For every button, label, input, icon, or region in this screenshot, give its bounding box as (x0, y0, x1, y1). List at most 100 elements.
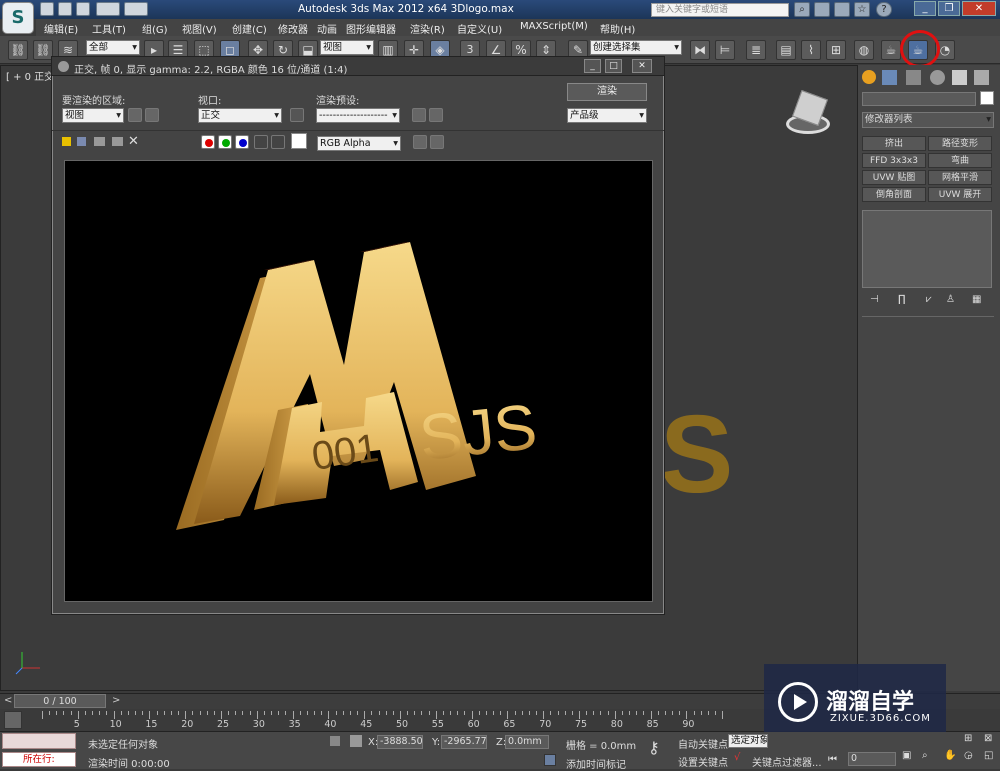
display-tab-icon[interactable] (952, 70, 967, 85)
restore-button[interactable]: ❐ (938, 1, 960, 16)
bevel-profile-button[interactable]: 倒角剖面 (862, 187, 926, 202)
key-icon[interactable]: ⚷ (648, 738, 660, 757)
search-input[interactable]: 键入关键字或短语 (651, 3, 789, 17)
menu-modifiers[interactable]: 修改器 (278, 21, 308, 36)
unlink-icon[interactable]: ⛓ (33, 40, 53, 60)
area-to-render-dropdown[interactable]: 视图 (62, 108, 124, 123)
edit-region-icon[interactable] (128, 108, 142, 122)
binoculars-icon[interactable]: ⌕ (794, 2, 810, 17)
render-setup-small-icon[interactable] (412, 108, 426, 122)
reference-coordinate-dropdown[interactable]: 视图 (320, 40, 374, 55)
auto-region-icon[interactable] (145, 108, 159, 122)
save-image-icon[interactable] (62, 137, 71, 146)
pin-stack-icon[interactable]: ⊣ (870, 294, 879, 305)
key-mode-dropdown[interactable]: 选定对象 (728, 734, 768, 748)
menu-customize[interactable]: 自定义(U) (457, 21, 502, 36)
menu-help[interactable]: 帮助(H) (600, 21, 635, 36)
render-window-minimize[interactable]: _ (584, 59, 601, 73)
copy-image-icon[interactable] (77, 137, 86, 146)
undo-icon[interactable] (96, 2, 120, 16)
toggle-ui-overlay-icon[interactable] (413, 135, 427, 149)
menu-rendering[interactable]: 渲染(R) (410, 21, 445, 36)
slider-next-icon[interactable]: > (112, 695, 122, 707)
running-label[interactable]: 所在行: (2, 752, 76, 767)
time-config-icon[interactable]: ▣ (902, 750, 911, 761)
zoom-icon[interactable]: ⌕ (922, 750, 928, 761)
set-key-icon[interactable]: √ (734, 752, 740, 763)
render-quality-dropdown[interactable]: 产品级 (567, 108, 647, 123)
modify-tab-icon[interactable] (882, 70, 897, 85)
render-window-close[interactable]: ✕ (632, 59, 652, 73)
render-button[interactable]: 渲染 (567, 83, 647, 101)
close-button[interactable]: ✕ (962, 1, 996, 16)
viewport-dropdown[interactable]: 正交 (198, 108, 282, 123)
lock-selection-icon[interactable] (330, 736, 340, 746)
frame-indicator[interactable]: 0 / 100 (14, 694, 106, 708)
motion-tab-icon[interactable] (930, 70, 945, 85)
alpha-channel-toggle[interactable] (254, 135, 268, 149)
selection-filter-dropdown[interactable]: 全部 (86, 40, 140, 55)
minimize-button[interactable]: _ (914, 1, 936, 16)
toggle-ui-icon[interactable] (430, 135, 444, 149)
menu-graph-editors[interactable]: 图形编辑器 (346, 21, 396, 36)
menu-edit[interactable]: 编辑(E) (44, 21, 78, 36)
modifier-stack[interactable] (862, 210, 992, 288)
hierarchy-tab-icon[interactable] (906, 70, 921, 85)
menu-create[interactable]: 创建(C) (232, 21, 267, 36)
extrude-button[interactable]: 挤出 (862, 136, 926, 151)
path-deform-button[interactable]: 路径变形 (928, 136, 992, 151)
named-selection-dropdown[interactable]: 创建选择集 (590, 40, 682, 55)
key-filters-button[interactable]: 关键点过滤器... (752, 754, 822, 769)
environment-icon[interactable] (429, 108, 443, 122)
favorites-icon[interactable]: ☆ (854, 2, 870, 17)
blue-channel-toggle[interactable] (235, 135, 249, 149)
create-tab-icon[interactable] (862, 70, 876, 84)
configure-sets-icon[interactable]: ▦ (972, 294, 981, 305)
meshsmooth-button[interactable]: 网格平滑 (928, 170, 992, 185)
new-file-icon[interactable] (40, 2, 54, 16)
red-channel-toggle[interactable] (201, 135, 215, 149)
go-to-start-icon[interactable]: ⏮ (828, 754, 837, 765)
current-frame-field[interactable]: 0 (848, 752, 896, 766)
help-button[interactable]: ? (876, 2, 892, 17)
object-color-swatch[interactable] (980, 91, 994, 105)
make-unique-icon[interactable]: ⩗ (926, 294, 932, 305)
show-end-result-icon[interactable]: ∏ (898, 294, 906, 305)
z-coordinate-field[interactable]: 0.0mm (505, 735, 549, 749)
zoom-extents-all-icon[interactable]: ⊞ (964, 733, 972, 744)
clone-window-icon[interactable] (94, 137, 105, 146)
orbit-icon[interactable]: ◶ (964, 750, 973, 761)
swatch[interactable] (291, 133, 307, 149)
communication-icon[interactable] (834, 2, 850, 17)
monochrome-toggle[interactable] (271, 135, 285, 149)
menu-tools[interactable]: 工具(T) (92, 21, 126, 36)
time-tag-icon[interactable] (544, 754, 556, 766)
render-window-maximize[interactable]: □ (605, 59, 622, 73)
object-name-field[interactable] (862, 92, 976, 106)
maxscript-listener[interactable] (2, 733, 76, 749)
menu-animation[interactable]: 动画 (317, 21, 337, 36)
app-logo[interactable]: S (2, 2, 34, 34)
mini-curve-editor-icon[interactable] (4, 711, 22, 729)
viewport-label[interactable]: [ + 0 正交 (6, 68, 54, 83)
remove-modifier-icon[interactable]: ♙ (946, 294, 955, 305)
green-channel-toggle[interactable] (218, 135, 232, 149)
y-coordinate-field[interactable]: -2965.772 (441, 735, 487, 749)
clear-icon[interactable]: ✕ (128, 134, 139, 149)
set-key-button[interactable]: 设置关键点 (678, 754, 728, 769)
render-preset-dropdown[interactable]: -------------------- (316, 108, 400, 123)
tools-icon[interactable] (814, 2, 830, 17)
ffd-button[interactable]: FFD 3x3x3 (862, 153, 926, 168)
lock-icon[interactable] (290, 108, 304, 122)
menu-maxscript[interactable]: MAXScript(M) (520, 21, 588, 32)
menu-group[interactable]: 组(G) (142, 21, 168, 36)
bend-button[interactable]: 弯曲 (928, 153, 992, 168)
save-file-icon[interactable] (76, 2, 90, 16)
modifier-list-dropdown[interactable]: 修改器列表 (862, 112, 994, 128)
open-file-icon[interactable] (58, 2, 72, 16)
field-of-view-icon[interactable]: ⊠ (984, 733, 992, 744)
link-icon[interactable]: ⛓ (8, 40, 28, 60)
utilities-tab-icon[interactable] (974, 70, 989, 85)
absolute-mode-icon[interactable] (350, 735, 362, 747)
x-coordinate-field[interactable]: -3888.501 (377, 735, 423, 749)
